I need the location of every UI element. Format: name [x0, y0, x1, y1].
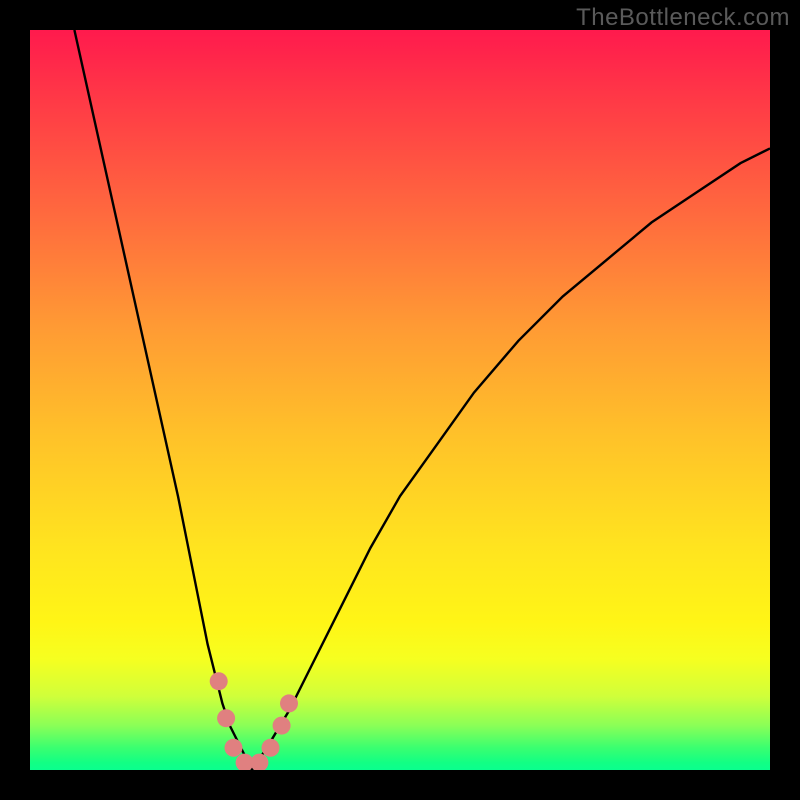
data-marker: [225, 739, 243, 757]
curve-left-branch: [74, 30, 252, 770]
curve-layer: [30, 30, 770, 770]
chart-plot-area: [30, 30, 770, 770]
data-marker: [217, 709, 235, 727]
data-marker: [210, 672, 228, 690]
data-marker: [250, 754, 268, 770]
chart-frame: TheBottleneck.com: [0, 0, 800, 800]
data-marker: [273, 717, 291, 735]
data-marker: [280, 694, 298, 712]
watermark-text: TheBottleneck.com: [576, 4, 790, 32]
marker-group: [210, 672, 298, 770]
curve-right-branch: [252, 148, 770, 770]
data-marker: [262, 739, 280, 757]
